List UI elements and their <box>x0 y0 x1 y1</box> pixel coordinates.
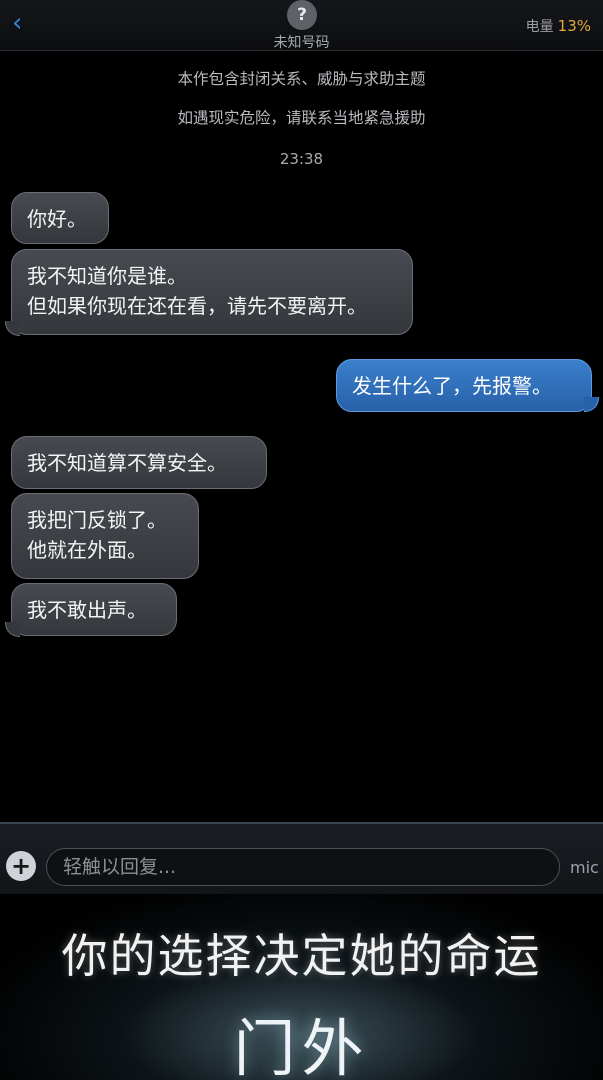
incoming-message: 我不知道算不算安全。 <box>11 436 267 489</box>
reply-input[interactable] <box>46 848 560 886</box>
message-timestamp: 23:38 <box>279 150 324 168</box>
battery-indicator: 电量 13% <box>526 16 591 36</box>
incoming-message: 我不知道你是谁。 但如果你现在还在看，请先不要离开。 <box>11 249 413 335</box>
incoming-message: 你好。 <box>11 192 109 244</box>
bubble-tail <box>584 397 599 412</box>
help-notice: 如遇现实危险，请联系当地紧急援助 <box>177 109 426 127</box>
promo-banner: 你的选择决定她的命运 门外 <box>0 894 603 1080</box>
incoming-message: 我不敢出声。 <box>11 583 177 636</box>
mic-button[interactable]: mic <box>570 858 599 877</box>
reply-bar: + mic <box>0 822 603 896</box>
game-title-logo: 门外 <box>233 1012 370 1080</box>
chat-header: ‹ ? 未知号码 电量 13% <box>0 0 603 51</box>
add-attachment-icon[interactable]: + <box>6 851 36 881</box>
outgoing-message: 发生什么了，先报警。 <box>336 359 592 412</box>
battery-percent: 13% <box>557 17 591 35</box>
promo-slogan: 你的选择决定她的命运 <box>61 929 542 983</box>
contact-avatar[interactable]: ? <box>287 0 317 30</box>
battery-label: 电量 <box>525 19 554 35</box>
contact-name[interactable]: 未知号码 <box>0 32 603 52</box>
incoming-message: 我把门反锁了。 他就在外面。 <box>11 493 199 579</box>
bubble-tail <box>5 622 20 637</box>
content-warning-notice: 本作包含封闭关系、威胁与求助主题 <box>177 70 426 88</box>
bubble-tail <box>5 321 20 336</box>
